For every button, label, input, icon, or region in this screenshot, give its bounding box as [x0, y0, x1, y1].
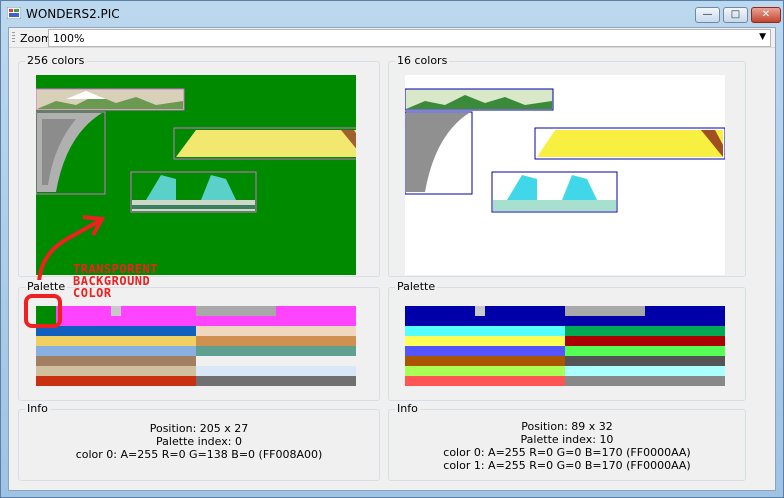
highlight-ring [24, 294, 62, 328]
group-info-right: Info Position: 89 x 32 Palette index: 10… [388, 402, 746, 481]
info-right-position: Position: 89 x 32 [521, 420, 613, 433]
group-label-16-colors: 16 colors [395, 54, 450, 67]
info-right-color-1: color 1: A=255 R=0 G=0 B=170 (FF0000AA) [443, 459, 691, 472]
close-button[interactable]: ✕ [751, 7, 781, 23]
maximize-icon: □ [730, 9, 741, 20]
info-right-palette-index: Palette index: 10 [520, 433, 614, 446]
info-left-color-0: color 0: A=255 R=0 G=138 B=0 (FF008A00) [75, 448, 323, 461]
app-window: WONDERS2.PIC — □ ✕ Zoom 100% ▼ 256 color… [0, 0, 784, 498]
image-16-colors[interactable] [405, 75, 725, 275]
group-label-info-right: Info [395, 402, 420, 415]
zoom-label: Zoom [20, 32, 52, 45]
group-info-left: Info Position: 205 x 27 Palette index: 0… [18, 402, 380, 481]
group-label-palette-left: Palette [25, 280, 68, 293]
app-icon [7, 7, 21, 19]
info-left-palette-index: Palette index: 0 [156, 435, 242, 448]
toolbar-grip[interactable] [12, 32, 15, 44]
window-title: WONDERS2.PIC [26, 7, 120, 21]
client-area: Zoom 100% ▼ 256 colors TRANSPORENT BACKG… [8, 27, 776, 491]
zoom-dropdown[interactable]: 100% ▼ [48, 29, 771, 47]
group-label-info-left: Info [25, 402, 50, 415]
maximize-button[interactable]: □ [723, 7, 748, 23]
minimize-button[interactable]: — [695, 7, 720, 23]
zoom-value: 100% [53, 32, 85, 45]
chevron-down-icon[interactable]: ▼ [759, 32, 766, 42]
info-right-color-0: color 0: A=255 R=0 G=0 B=170 (FF0000AA) [443, 446, 691, 459]
title-bar: WONDERS2.PIC — □ ✕ [1, 1, 783, 27]
group-label-palette-right: Palette [395, 280, 438, 293]
palette-256[interactable] [36, 306, 356, 386]
zoom-toolbar: Zoom 100% ▼ [9, 28, 775, 48]
minimize-icon: — [702, 9, 713, 20]
info-left-position: Position: 205 x 27 [149, 422, 249, 435]
close-icon: ✕ [761, 9, 771, 20]
info-left: Position: 205 x 27 Palette index: 0 colo… [19, 422, 379, 461]
palette-16[interactable] [405, 306, 725, 386]
info-right: Position: 89 x 32 Palette index: 10 colo… [389, 420, 745, 472]
group-label-256-colors: 256 colors [25, 54, 87, 67]
